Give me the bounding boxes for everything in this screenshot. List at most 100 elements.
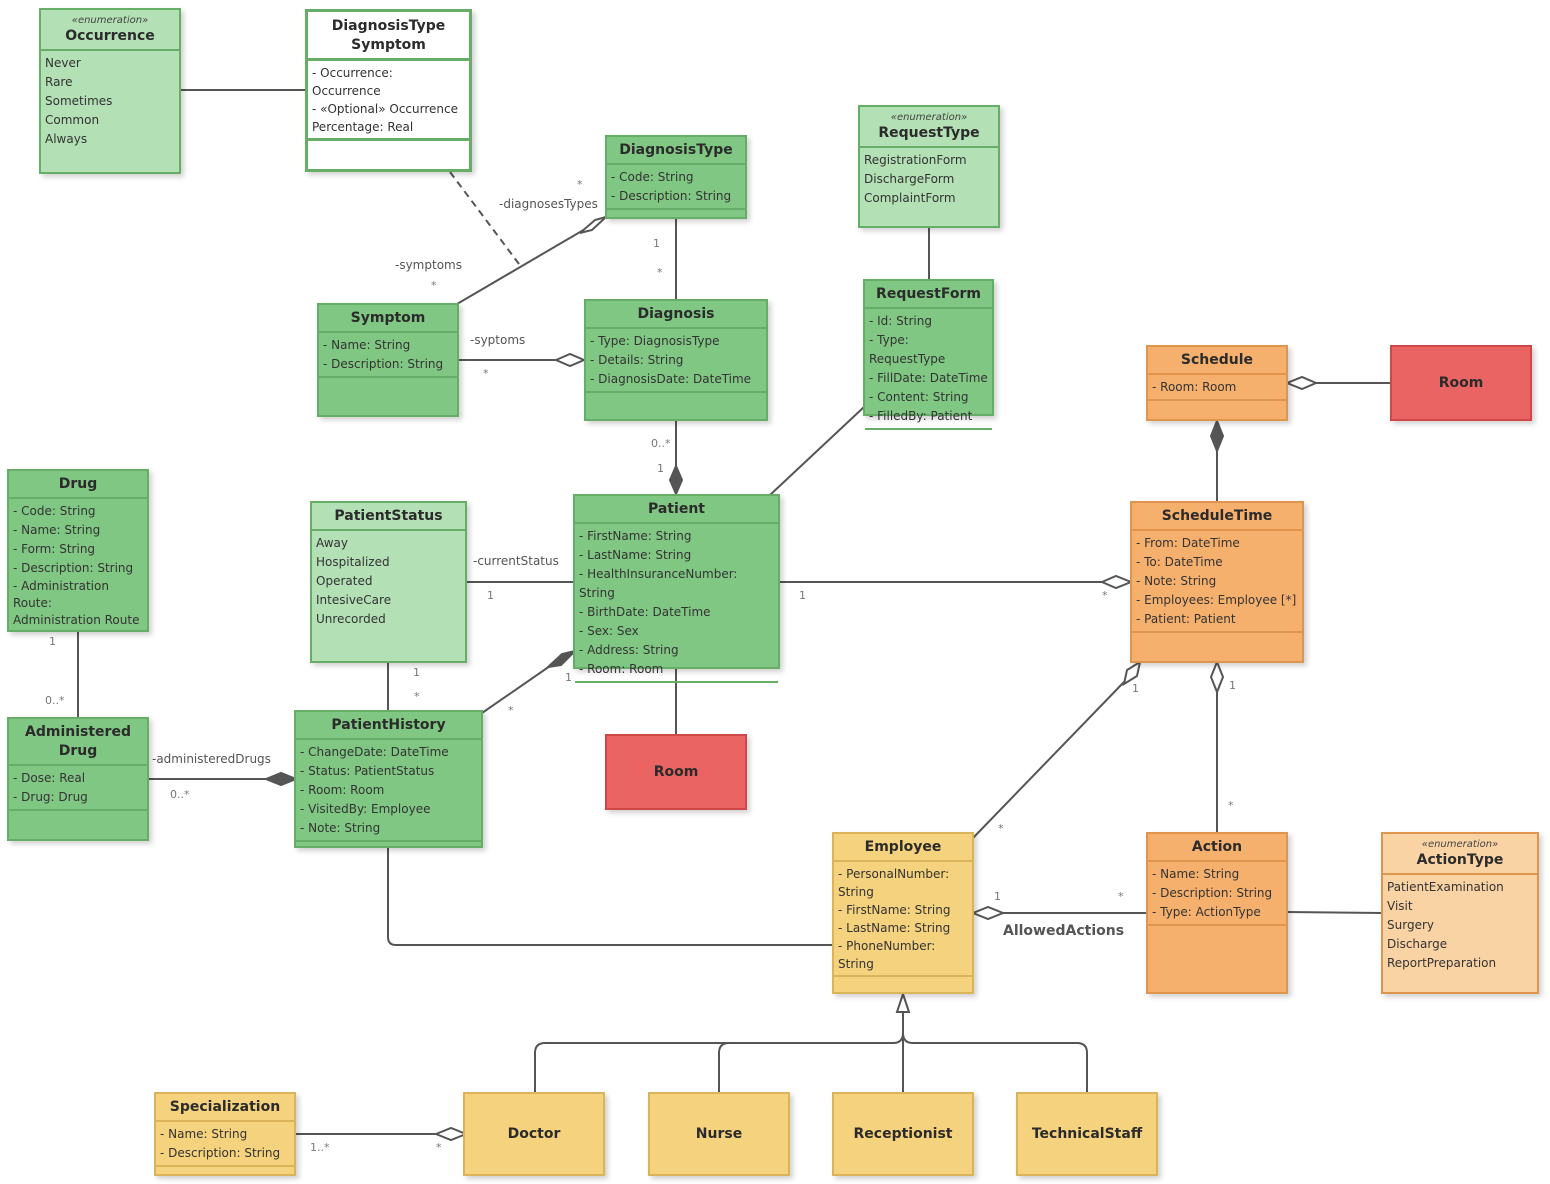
multiplicity-label: 1..* [310,1141,330,1154]
enum-literal: IntesiveCare [316,593,392,607]
class-name: Room [1438,375,1484,391]
aggregation-diamond-diagnosistype [579,216,607,234]
generalization-technicalstaff [902,1032,1088,1093]
attributes: - Code: String - Description: String [607,165,745,210]
enum-literal: PatientExamination [1387,880,1504,894]
class-drug[interactable]: Drug - Code: String - Name: String - For… [7,469,149,632]
class-requesttype[interactable]: «enumeration» RequestType RegistrationFo… [858,105,1000,228]
attribute: - ChangeDate: DateTime [300,745,449,759]
attribute: - BirthDate: DateTime [579,605,711,619]
class-header: DiagnosisType Symptom [308,12,469,61]
class-room-schedule[interactable]: Room [1390,345,1532,421]
class-name: ScheduleTime [1161,508,1273,524]
role-label-currentstatus: -currentStatus [473,554,559,568]
attributes: - Type: DiagnosisType - Details: String … [586,329,766,393]
class-action[interactable]: Action - Name: String - Description: Str… [1146,832,1288,994]
class-name: ActionType [1416,852,1504,868]
attribute: - Name: String [1152,867,1240,881]
class-name: DiagnosisType [619,142,733,158]
composition-diamond-schedule [1209,418,1225,454]
attribute: - Room: Room [300,783,385,797]
enum-literal: Hospitalized [316,555,390,569]
class-diagnosis[interactable]: Diagnosis - Type: DiagnosisType - Detail… [584,299,768,421]
class-name: Symptom [350,310,426,326]
multiplicity-label: * [414,690,420,703]
attribute: - Type: RequestType [869,333,946,366]
class-name: Patient [648,501,705,517]
attribute: - Drug: Drug [13,790,88,804]
class-scheduletime[interactable]: ScheduleTime - From: DateTime - To: Date… [1130,501,1304,663]
composition-diamond-patient-history [544,649,579,669]
aggregation-diamond-schedule [1284,375,1319,391]
class-nurse[interactable]: Nurse [648,1092,790,1176]
class-actiontype[interactable]: «enumeration» ActionType PatientExaminat… [1381,832,1539,994]
attribute: - Note: String [1136,574,1217,588]
attribute: - Description: String [160,1146,281,1160]
enum-literal: Operated [316,574,373,588]
class-header: Drug [9,471,147,499]
class-administereddrug[interactable]: Administered Drug - Dose: Real - Drug: D… [7,717,149,841]
class-technicalstaff[interactable]: TechnicalStaff [1016,1092,1158,1176]
attribute: - FirstName: String [579,529,692,543]
class-header: «enumeration» ActionType [1383,834,1537,875]
class-header: DiagnosisType [607,137,745,165]
aggregation-diamond-diagnosis [553,352,587,368]
link-symptom-diagnosistype [456,224,593,305]
attribute: - Content: String [869,390,969,404]
attribute: - FilledBy: Patient [869,409,973,423]
class-requestform[interactable]: RequestForm - Id: String - Type: Request… [863,279,994,430]
attribute: - PhoneNumber: String [838,939,936,971]
attribute: - HealthInsuranceNumber: String [579,567,738,600]
role-label-diagnosestypes: -diagnosesTypes [499,197,598,211]
multiplicity-label: * [577,178,583,191]
class-patient[interactable]: Patient - FirstName: String - LastName: … [573,494,780,683]
attribute: - To: DateTime [1136,555,1223,569]
class-diagnosistype-symptom[interactable]: DiagnosisType Symptom - Occurrence: Occu… [305,9,472,172]
multiplicity-label: * [431,279,437,292]
attribute: - Status: PatientStatus [300,764,435,778]
stereotype-label: «enumeration» [71,15,149,26]
class-occurrence[interactable]: «enumeration» Occurrence Never Rare Some… [39,8,181,174]
attribute: - Description: String [13,561,134,575]
attributes: - From: DateTime - To: DateTime - Note: … [1132,531,1302,633]
link-requestform-patient [769,406,865,496]
aggregation-diamond-scheduletime [1099,574,1134,590]
class-header: «enumeration» RequestType [860,107,998,148]
class-patientstatus[interactable]: PatientStatus Away Hospitalized Operated… [310,501,467,663]
composition-diamond-patient [668,463,684,497]
class-room-patient[interactable]: Room [605,734,747,810]
class-receptionist[interactable]: Receptionist [832,1092,974,1176]
class-diagnosistype[interactable]: DiagnosisType - Code: String - Descripti… [605,135,747,219]
enum-literal: DischargeForm [864,172,955,186]
attributes: - Name: String - Description: String [319,333,457,378]
stereotype-label: «enumeration» [890,112,968,123]
attributes: - FirstName: String - LastName: String -… [575,524,778,683]
attribute: - Name: String [160,1127,248,1141]
class-schedule[interactable]: Schedule - Room: Room [1146,345,1288,421]
attributes: - Name: String - Description: String - T… [1148,862,1286,926]
class-employee[interactable]: Employee - PersonalNumber: String - Firs… [832,832,974,994]
aggregation-diamond-scheduletime-action [1209,659,1225,695]
attribute: - Note: String [300,821,381,835]
role-label-administereddrugs: -administeredDrugs [152,752,271,766]
class-name-line1: DiagnosisType [331,18,446,34]
class-name: Diagnosis [637,306,715,322]
enum-literal: Never [45,56,81,70]
link-patienthistory-employee [387,847,834,946]
generalization-nurse [718,1042,730,1093]
class-doctor[interactable]: Doctor [463,1092,605,1176]
multiplicity-label: 1 [799,589,806,602]
class-symptom[interactable]: Symptom - Name: String - Description: St… [317,303,459,417]
attributes: - Name: String - Description: String [156,1122,294,1167]
enum-literal: Common [45,113,100,127]
multiplicity-label: * [508,704,514,717]
multiplicity-label: 1 [487,589,494,602]
attribute: - «Optional» Occurrence Percentage: Real [312,102,458,134]
class-header: PatientHistory [296,712,481,740]
attribute: - Name: String [13,523,101,537]
class-header: Administered Drug [9,719,147,766]
class-specialization[interactable]: Specialization - Name: String - Descript… [154,1092,296,1176]
class-header: «enumeration» Occurrence [41,10,179,51]
class-name: Action [1191,839,1243,855]
class-patienthistory[interactable]: PatientHistory - ChangeDate: DateTime - … [294,710,483,848]
